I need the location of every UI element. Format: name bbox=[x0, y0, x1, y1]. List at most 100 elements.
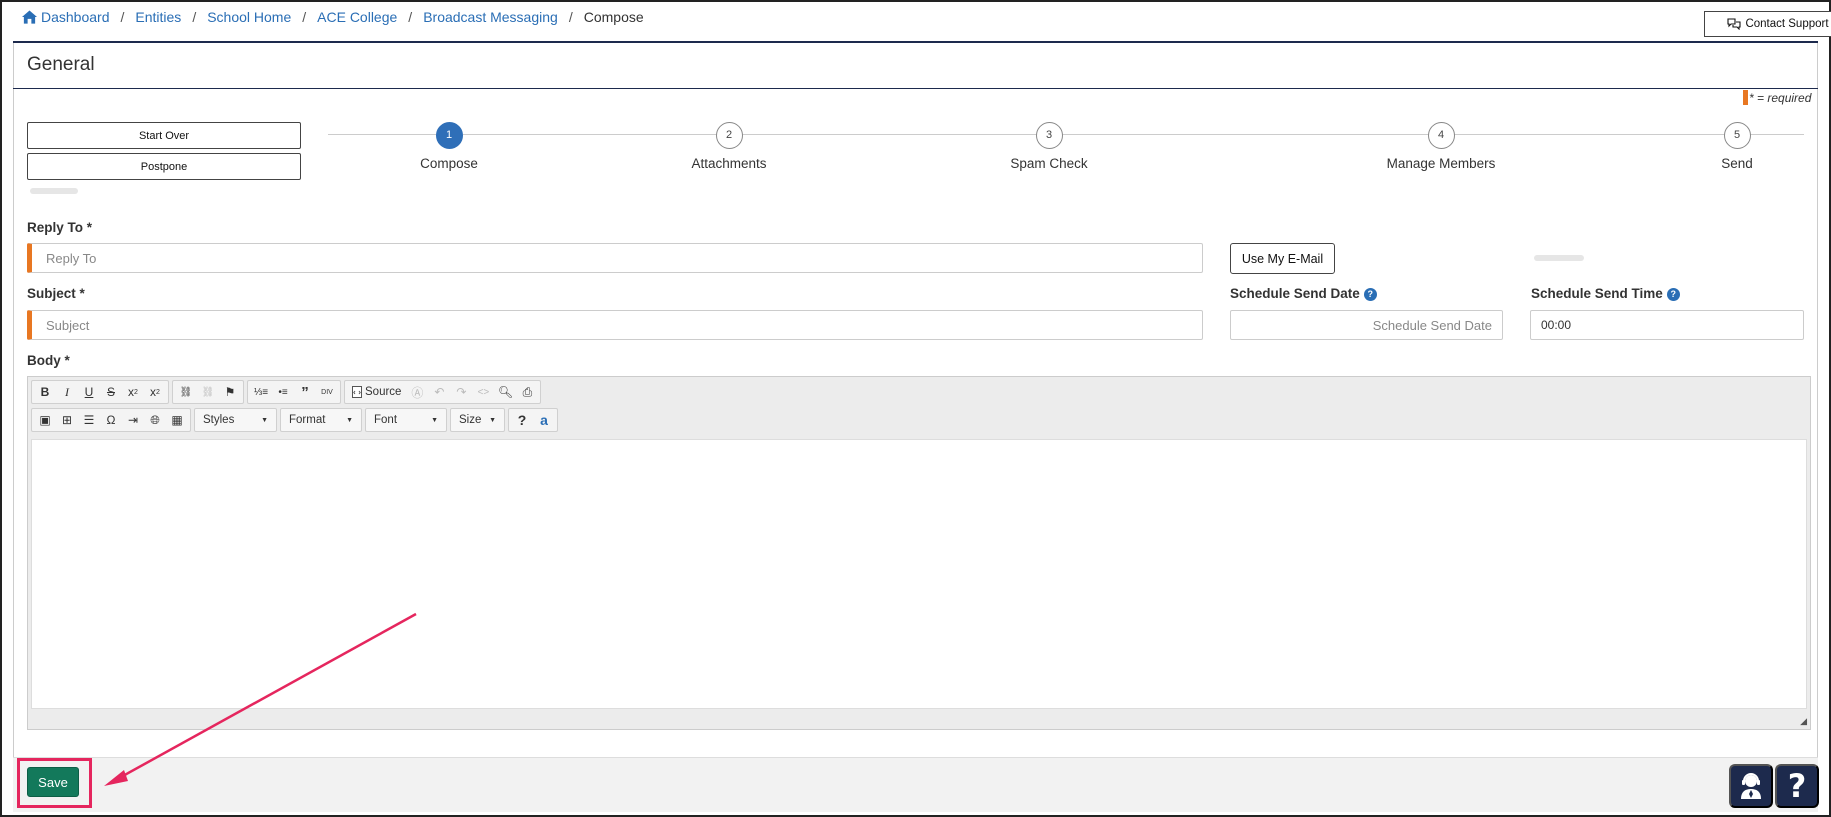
contact-support-button[interactable]: Contact Support bbox=[1704, 11, 1831, 37]
rich-text-editor: B I U S x2 x2 ⛓ ⛓ ⚑ ⅓≡ •≡ ” DIV Source Ⓐ… bbox=[27, 376, 1811, 730]
toolbar-help: ? a bbox=[508, 408, 558, 432]
bulleted-list-icon[interactable]: •≡ bbox=[273, 382, 293, 402]
postpone-button[interactable]: Postpone bbox=[27, 153, 301, 180]
schedule-date-input[interactable]: Schedule Send Date bbox=[1230, 310, 1503, 340]
breadcrumb-separator: / bbox=[568, 9, 573, 25]
save-button[interactable]: Save bbox=[27, 767, 79, 797]
step-compose[interactable]: 1 Compose bbox=[379, 122, 519, 171]
underline-icon[interactable]: U bbox=[79, 382, 99, 402]
start-over-button[interactable]: Start Over bbox=[27, 122, 301, 149]
reply-to-input[interactable]: Reply To bbox=[27, 243, 1203, 273]
body-edit-area[interactable] bbox=[31, 439, 1807, 709]
breadcrumb-school-home[interactable]: School Home bbox=[207, 9, 291, 25]
size-dropdown[interactable]: Size ▼ bbox=[450, 408, 505, 432]
special-char-icon[interactable]: Ω bbox=[101, 410, 121, 430]
breadcrumb-broadcast-messaging[interactable]: Broadcast Messaging bbox=[423, 9, 558, 25]
support-agent-button[interactable] bbox=[1729, 764, 1773, 808]
contact-support-label: Contact Support bbox=[1745, 18, 1829, 30]
toolbar-lists: ⅓≡ •≡ ” DIV bbox=[247, 380, 341, 404]
breadcrumb-separator: / bbox=[408, 9, 413, 25]
help-button[interactable]: ? bbox=[1775, 764, 1819, 808]
subject-input[interactable]: Subject bbox=[27, 310, 1203, 340]
blockquote-icon[interactable]: ” bbox=[295, 382, 315, 402]
step-attachments[interactable]: 2 Attachments bbox=[659, 122, 799, 171]
undo-icon[interactable]: ↶ bbox=[429, 382, 449, 402]
step-number: 3 bbox=[1035, 122, 1063, 149]
globe-icon[interactable]: 🌐︎ bbox=[145, 410, 165, 430]
redacted-text bbox=[30, 188, 78, 194]
question-mark-icon: ? bbox=[1787, 767, 1807, 805]
breadcrumb-entities[interactable]: Entities bbox=[135, 9, 181, 25]
use-my-email-button[interactable]: Use My E-Mail bbox=[1230, 243, 1335, 274]
strikethrough-icon[interactable]: S bbox=[101, 382, 121, 402]
form-footer bbox=[13, 757, 1818, 812]
div-container-icon[interactable]: DIV bbox=[317, 382, 337, 402]
breadcrumb-separator: / bbox=[120, 9, 125, 25]
size-dropdown-label: Size bbox=[459, 414, 482, 426]
home-icon[interactable] bbox=[22, 10, 37, 24]
accessibility-checker-icon[interactable]: a bbox=[534, 410, 554, 430]
breadcrumb-current: Compose bbox=[583, 9, 644, 25]
step-label: Compose bbox=[420, 156, 478, 171]
print-icon[interactable]: ⎙ bbox=[517, 382, 537, 402]
styles-dropdown[interactable]: Styles ▼ bbox=[194, 408, 277, 432]
schedule-date-label: Schedule Send Date? bbox=[1230, 286, 1377, 301]
toolbar-row-1: B I U S x2 x2 ⛓ ⛓ ⚑ ⅓≡ •≡ ” DIV Source Ⓐ… bbox=[31, 380, 542, 404]
iframe-icon[interactable]: ⇥ bbox=[123, 410, 143, 430]
step-label: Spam Check bbox=[1010, 156, 1088, 171]
code-icon[interactable]: <> bbox=[473, 382, 493, 402]
resize-handle-icon[interactable]: ◢ bbox=[1800, 716, 1807, 727]
toolbar-links: ⛓ ⛓ ⚑ bbox=[172, 380, 244, 404]
step-send[interactable]: 5 Send bbox=[1667, 122, 1807, 171]
source-label: Source bbox=[365, 386, 402, 398]
italic-icon[interactable]: I bbox=[57, 382, 77, 402]
step-spam-check[interactable]: 3 Spam Check bbox=[979, 122, 1119, 171]
schedule-time-label-text: Schedule Send Time bbox=[1531, 286, 1663, 301]
anchor-flag-icon[interactable]: ⚑ bbox=[220, 382, 240, 402]
step-label: Attachments bbox=[691, 156, 767, 171]
preview-icon[interactable]: 🔍︎ bbox=[495, 382, 515, 402]
toolbar-insert: ▣ ⊞ ☰ Ω ⇥ 🌐︎ ▦ bbox=[31, 408, 191, 432]
format-dropdown[interactable]: Format ▼ bbox=[280, 408, 362, 432]
breadcrumb-ace-college[interactable]: ACE College bbox=[317, 9, 397, 25]
step-manage-members[interactable]: 4 Manage Members bbox=[1371, 122, 1511, 171]
redo-icon[interactable]: ↷ bbox=[451, 382, 471, 402]
toolbar-tools: Source Ⓐ ↶ ↷ <> 🔍︎ ⎙ bbox=[344, 380, 542, 404]
breadcrumb-separator: / bbox=[302, 9, 307, 25]
breadcrumb: Dashboard / Entities / School Home / ACE… bbox=[22, 9, 644, 25]
unlink-icon[interactable]: ⛓ bbox=[198, 382, 218, 402]
paste-from-word-icon[interactable]: Ⓐ bbox=[407, 382, 427, 402]
link-icon[interactable]: ⛓ bbox=[176, 382, 196, 402]
support-agent-icon bbox=[1741, 773, 1761, 799]
chevron-down-icon: ▼ bbox=[261, 416, 268, 424]
step-label: Send bbox=[1721, 156, 1753, 171]
table-icon[interactable]: ⊞ bbox=[57, 410, 77, 430]
step-number: 1 bbox=[435, 122, 463, 149]
superscript-icon[interactable]: x2 bbox=[145, 382, 165, 402]
source-button[interactable]: Source bbox=[348, 382, 405, 402]
chevron-down-icon: ▼ bbox=[489, 416, 496, 424]
numbered-list-icon[interactable]: ⅓≡ bbox=[251, 382, 271, 402]
required-marker bbox=[1743, 90, 1748, 105]
font-dropdown[interactable]: Font ▼ bbox=[365, 408, 447, 432]
video-icon[interactable]: ▦ bbox=[167, 410, 187, 430]
breadcrumb-separator: / bbox=[192, 9, 197, 25]
editor-help-icon[interactable]: ? bbox=[512, 410, 532, 430]
step-number: 5 bbox=[1723, 122, 1751, 149]
body-label: Body * bbox=[27, 353, 70, 368]
chevron-down-icon: ▼ bbox=[346, 416, 353, 424]
schedule-time-input[interactable]: 00:00 bbox=[1530, 310, 1804, 340]
breadcrumb-dashboard[interactable]: Dashboard bbox=[41, 9, 110, 25]
help-circle-icon[interactable]: ? bbox=[1666, 288, 1680, 301]
header-divider bbox=[13, 41, 1818, 43]
step-number: 2 bbox=[715, 122, 743, 149]
toolbar-row-2: ▣ ⊞ ☰ Ω ⇥ 🌐︎ ▦ Styles ▼ Format ▼ Font ▼ Siz… bbox=[31, 408, 558, 432]
page-title: General bbox=[27, 54, 95, 75]
image-icon[interactable]: ▣ bbox=[35, 410, 55, 430]
horizontal-rule-icon[interactable]: ☰ bbox=[79, 410, 99, 430]
help-circle-icon[interactable]: ? bbox=[1363, 288, 1377, 301]
required-note-text: * = required bbox=[1749, 90, 1812, 105]
subscript-icon[interactable]: x2 bbox=[123, 382, 143, 402]
subject-label: Subject * bbox=[27, 286, 85, 301]
bold-icon[interactable]: B bbox=[35, 382, 55, 402]
